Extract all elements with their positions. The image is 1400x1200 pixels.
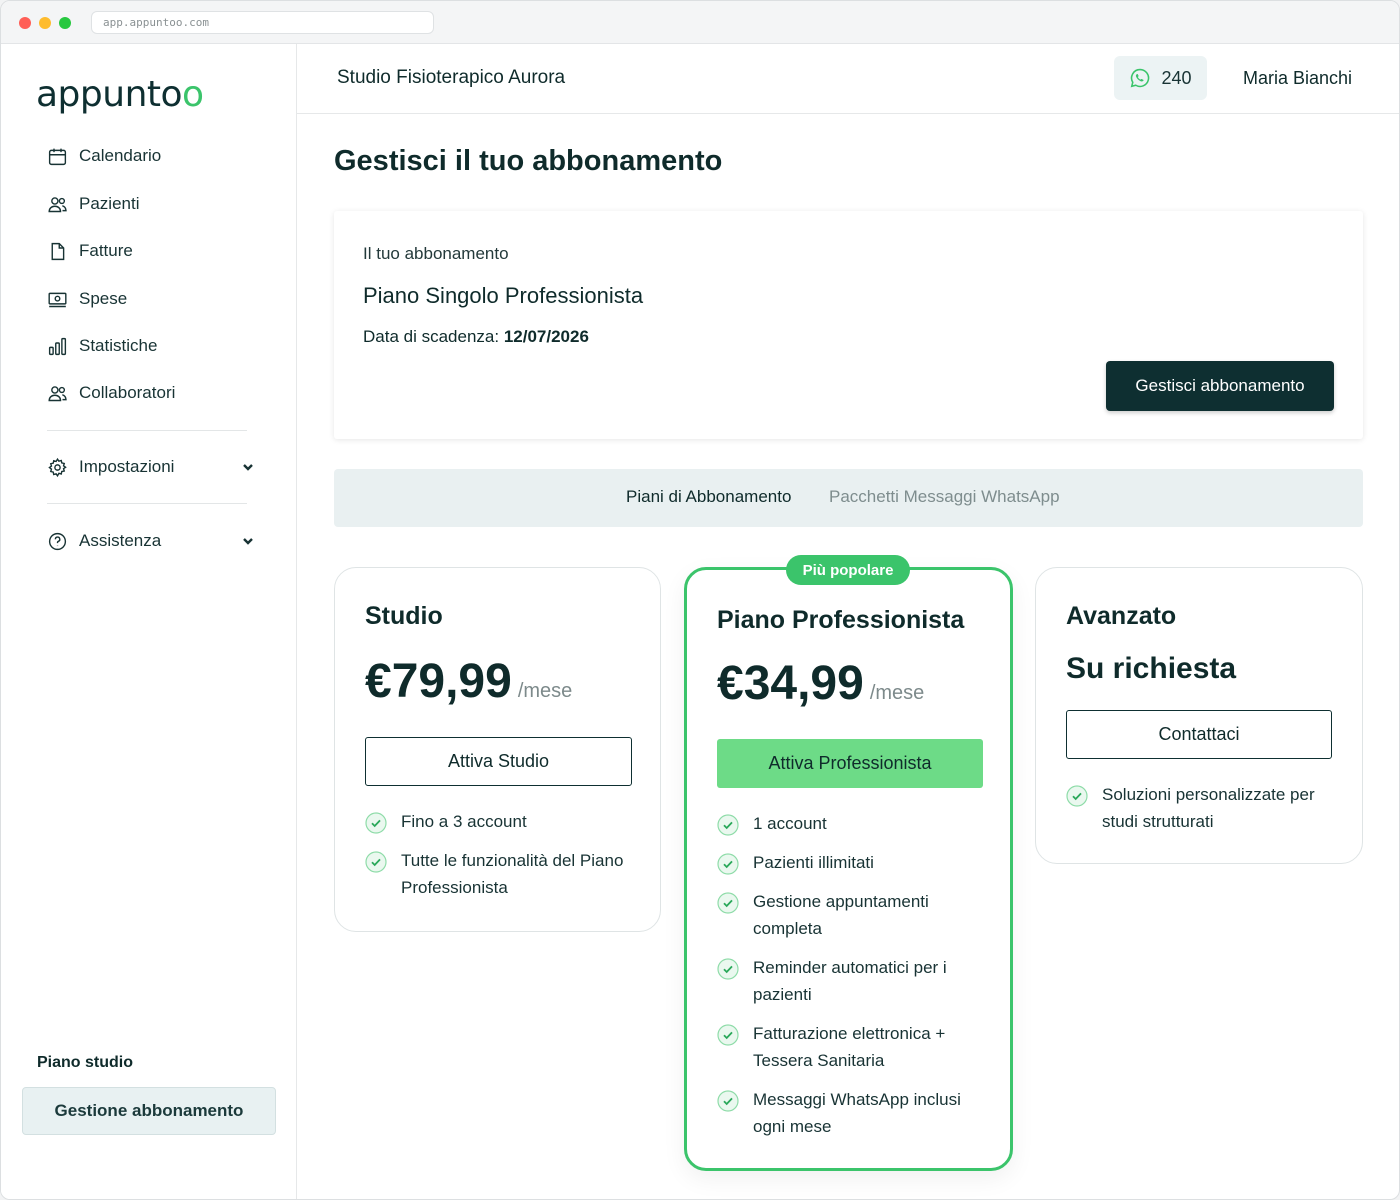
- plan-price: €34,99 /mese: [717, 656, 924, 711]
- gear-icon: [48, 457, 67, 477]
- gestisci-abbonamento-button[interactable]: Gestisci abbonamento: [1106, 361, 1334, 411]
- chevron-down-icon[interactable]: [241, 460, 255, 474]
- plan-card-studio: Studio €79,99 /mese Attiva Studio Fino a…: [334, 567, 661, 932]
- sidebar-divider: [47, 503, 247, 504]
- appuntoo-logo[interactable]: appuntoo: [36, 74, 204, 115]
- chevron-down-icon[interactable]: [241, 534, 255, 548]
- subscription-plan-name: Piano Singolo Professionista: [363, 283, 644, 308]
- sidebar-item-label: Impostazioni: [79, 457, 175, 476]
- price-unit: /mese: [869, 682, 925, 704]
- sidebar-item-label: Statistiche: [79, 336, 158, 355]
- plan-card-avanzato: Avanzato Su richiesta Contattaci Soluzio…: [1035, 567, 1363, 864]
- attiva-professionista-button[interactable]: Attiva Professionista: [717, 739, 983, 788]
- feature-item: Fino a 3 account: [365, 808, 625, 835]
- feature-list: Fino a 3 account Tutte le funzionalità d…: [365, 808, 625, 913]
- check-circle-icon: [717, 853, 739, 875]
- feature-item: Reminder automatici per i pazienti: [717, 954, 979, 1008]
- sidebar-item-calendario[interactable]: Calendario: [47, 141, 161, 171]
- contattaci-button[interactable]: Contattaci: [1066, 710, 1332, 759]
- feature-item: Gestione appuntamenti completa: [717, 888, 979, 942]
- check-circle-icon: [717, 1024, 739, 1046]
- users-icon: [48, 196, 67, 212]
- close-window-button[interactable]: [19, 17, 31, 29]
- price-unit: /mese: [517, 680, 573, 702]
- app-window: app.appuntoo.com appuntoo Calendario Paz…: [0, 0, 1400, 1200]
- plan-card-professionista: Più popolare Piano Professionista €34,99…: [684, 555, 1013, 1171]
- topbar: Studio Fisioterapico Aurora 240 Maria Bi…: [297, 44, 1399, 114]
- sidebar-item-fatture[interactable]: Fatture: [47, 236, 133, 266]
- sidebar-item-spese[interactable]: Spese: [47, 284, 127, 314]
- feature-list: 1 account Pazienti illimitati Gestione a…: [717, 810, 979, 1152]
- whatsapp-credits-count: 240: [1161, 67, 1192, 88]
- feature-item: Pazienti illimitati: [717, 849, 979, 876]
- plan-price: €79,99 /mese: [365, 654, 572, 709]
- address-bar[interactable]: app.appuntoo.com: [91, 11, 434, 34]
- sidebar-item-assistenza[interactable]: Assistenza: [47, 526, 161, 556]
- sidebar-item-label: Calendario: [79, 146, 162, 165]
- plan-tabs: Piani di Abbonamento Pacchetti Messaggi …: [334, 469, 1363, 527]
- subscription-expiry: Data di scadenza: 12/07/2026: [363, 327, 589, 347]
- whatsapp-icon: [1131, 68, 1150, 88]
- current-plan-label: Piano studio: [37, 1054, 133, 1071]
- price-value: €79,99: [365, 655, 512, 708]
- plan-title: Studio: [365, 602, 443, 630]
- gestione-abbonamento-button[interactable]: Gestione abbonamento: [22, 1087, 276, 1135]
- attiva-studio-button[interactable]: Attiva Studio: [365, 737, 632, 786]
- money-icon: [48, 292, 67, 307]
- tab-pacchetti-whatsapp[interactable]: Pacchetti Messaggi WhatsApp: [829, 487, 1060, 507]
- sidebar-item-collaboratori[interactable]: Collaboratori: [47, 378, 175, 408]
- feature-list: Soluzioni personalizzate per studi strut…: [1066, 781, 1334, 847]
- sidebar-item-label: Pazienti: [79, 194, 140, 213]
- sidebar-item-statistiche[interactable]: Statistiche: [47, 331, 157, 361]
- plan-title: Avanzato: [1066, 602, 1177, 630]
- check-circle-icon: [717, 1090, 739, 1112]
- sidebar-item-label: Collaboratori: [79, 383, 176, 402]
- check-circle-icon: [717, 958, 739, 980]
- check-circle-icon: [717, 814, 739, 836]
- browser-chrome: app.appuntoo.com: [1, 1, 1399, 44]
- help-icon: [48, 532, 67, 550]
- sidebar-item-label: Fatture: [79, 241, 133, 260]
- maximize-window-button[interactable]: [59, 17, 71, 29]
- sidebar-item-label: Spese: [79, 289, 128, 308]
- feature-item: Fatturazione elettronica + Tessera Sanit…: [717, 1020, 979, 1074]
- document-icon: [51, 242, 65, 260]
- feature-item: Messaggi WhatsApp inclusi ogni mese: [717, 1086, 979, 1140]
- feature-item: Soluzioni personalizzate per studi strut…: [1066, 781, 1334, 835]
- feature-item: 1 account: [717, 810, 979, 837]
- chart-icon: [48, 337, 67, 355]
- sidebar-item-label: Assistenza: [79, 531, 162, 550]
- check-circle-icon: [365, 851, 387, 873]
- plan-title: Piano Professionista: [717, 606, 965, 634]
- check-circle-icon: [365, 812, 387, 834]
- minimize-window-button[interactable]: [39, 17, 51, 29]
- user-menu[interactable]: Maria Bianchi: [1243, 68, 1352, 89]
- plan-price-on-request: Su richiesta: [1066, 652, 1237, 685]
- current-subscription-card: Il tuo abbonamento Piano Singolo Profess…: [334, 211, 1363, 439]
- price-value: €34,99: [717, 657, 864, 710]
- page-title: Gestisci il tuo abbonamento: [334, 145, 723, 177]
- feature-item: Tutte le funzionalità del Piano Professi…: [365, 847, 625, 901]
- subscription-label: Il tuo abbonamento: [363, 244, 509, 263]
- expiry-date: 12/07/2026: [503, 327, 589, 346]
- calendar-icon: [48, 148, 67, 165]
- sidebar-item-impostazioni[interactable]: Impostazioni: [47, 452, 174, 482]
- tab-piani-abbonamento[interactable]: Piani di Abbonamento: [626, 487, 791, 507]
- sidebar-divider: [47, 430, 247, 431]
- check-circle-icon: [717, 892, 739, 914]
- studio-name: Studio Fisioterapico Aurora: [337, 67, 566, 88]
- check-circle-icon: [1066, 785, 1088, 807]
- popular-badge: Più popolare: [786, 555, 910, 585]
- sidebar: appuntoo Calendario Pazienti Fatture Spe…: [1, 44, 297, 1199]
- users-icon: [48, 385, 67, 401]
- expiry-label: Data di scadenza:: [363, 327, 500, 346]
- sidebar-item-pazienti[interactable]: Pazienti: [47, 189, 139, 219]
- whatsapp-credits-badge[interactable]: 240: [1114, 56, 1207, 100]
